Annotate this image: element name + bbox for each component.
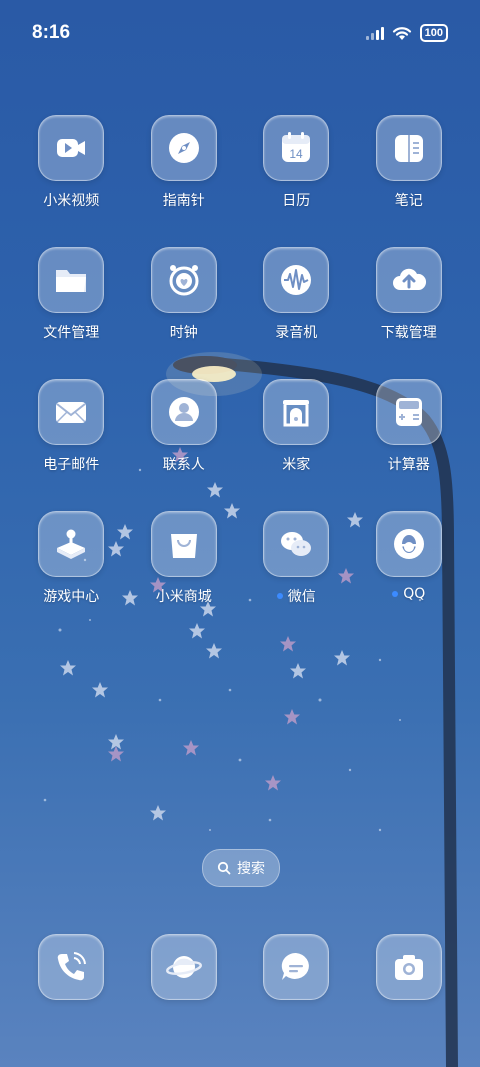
browser-planet-icon[interactable] xyxy=(150,934,217,1000)
dock-phone[interactable] xyxy=(15,934,128,1000)
app-label: 指南针 xyxy=(162,193,205,209)
app-label: QQ xyxy=(392,586,425,602)
sound-wave-icon[interactable] xyxy=(263,247,330,313)
app-label: 录音机 xyxy=(275,325,318,341)
app-label: 小米视频 xyxy=(43,193,100,209)
app-file-manager[interactable]: 文件管理 xyxy=(15,247,128,342)
app-calendar[interactable]: 14 日历 xyxy=(240,115,353,210)
wifi-icon xyxy=(392,26,411,40)
envelope-icon[interactable] xyxy=(38,379,105,445)
app-label-text: 微信 xyxy=(287,589,316,605)
app-qq[interactable]: QQ xyxy=(353,511,466,606)
app-label: 微信 xyxy=(276,586,316,606)
new-badge-dot xyxy=(276,593,283,599)
app-label: 游戏中心 xyxy=(43,589,100,605)
joystick-icon[interactable] xyxy=(38,511,105,577)
dock-messages[interactable] xyxy=(240,934,353,1000)
wechat-icon[interactable] xyxy=(263,511,330,577)
compass-icon[interactable] xyxy=(150,115,217,181)
app-label: 小米商城 xyxy=(155,589,212,605)
app-label: 时钟 xyxy=(169,325,198,341)
alarm-clock-icon[interactable] xyxy=(150,247,217,313)
app-game-center[interactable]: 游戏中心 xyxy=(15,511,128,606)
app-label: 笔记 xyxy=(394,193,423,209)
folder-icon[interactable] xyxy=(38,247,105,313)
app-notes[interactable]: 笔记 xyxy=(353,115,466,210)
qq-penguin-icon[interactable] xyxy=(375,511,442,577)
camera-icon[interactable] xyxy=(375,934,442,1000)
contact-icon[interactable] xyxy=(150,379,217,445)
app-xiaomi-video[interactable]: 小米视频 xyxy=(15,115,128,210)
video-camera-icon[interactable] xyxy=(38,115,105,181)
app-mi-store[interactable]: 小米商城 xyxy=(128,511,241,606)
app-label: 文件管理 xyxy=(43,325,100,341)
app-email[interactable]: 电子邮件 xyxy=(15,379,128,474)
dock-browser[interactable] xyxy=(128,934,241,1000)
app-label: 计算器 xyxy=(387,457,430,473)
app-mijia[interactable]: 米家 xyxy=(240,379,353,474)
dock-camera[interactable] xyxy=(353,934,466,1000)
status-bar: 8:16 100 xyxy=(0,0,480,70)
app-compass[interactable]: 指南针 xyxy=(128,115,241,210)
status-time: 8:16 xyxy=(32,22,71,43)
app-label-text: QQ xyxy=(403,586,426,602)
search-icon xyxy=(217,861,231,875)
app-recorder[interactable]: 录音机 xyxy=(240,247,353,342)
cloud-upload-icon[interactable] xyxy=(375,247,442,313)
app-wechat[interactable]: 微信 xyxy=(240,511,353,606)
svg-text:14: 14 xyxy=(290,147,304,161)
battery-indicator: 100 xyxy=(419,24,448,42)
notes-icon[interactable] xyxy=(375,115,442,181)
app-label: 电子邮件 xyxy=(43,457,100,473)
phone-icon[interactable] xyxy=(38,934,105,1000)
app-contacts[interactable]: 联系人 xyxy=(128,379,241,474)
dock xyxy=(15,934,465,1000)
app-grid: 小米视频 指南针 14 日历 笔记 文件管理 时钟 录音机 下载管理 电子邮件 … xyxy=(15,115,465,606)
signal-strength-icon xyxy=(365,26,384,40)
home-door-icon[interactable] xyxy=(263,379,330,445)
app-label: 米家 xyxy=(282,457,311,473)
app-download-manager[interactable]: 下载管理 xyxy=(353,247,466,342)
app-clock[interactable]: 时钟 xyxy=(128,247,241,342)
shopping-bag-icon[interactable] xyxy=(150,511,217,577)
calendar-icon[interactable]: 14 xyxy=(263,115,330,181)
search-button[interactable]: 搜索 xyxy=(202,849,280,887)
app-label: 下载管理 xyxy=(380,325,437,341)
calculator-icon[interactable] xyxy=(375,379,442,445)
search-label: 搜索 xyxy=(237,861,265,877)
app-label: 日历 xyxy=(282,193,311,209)
status-icons: 100 xyxy=(365,24,448,42)
messages-icon[interactable] xyxy=(263,934,330,1000)
app-label: 联系人 xyxy=(162,457,205,473)
new-badge-dot xyxy=(392,591,399,597)
app-calculator[interactable]: 计算器 xyxy=(353,379,466,474)
